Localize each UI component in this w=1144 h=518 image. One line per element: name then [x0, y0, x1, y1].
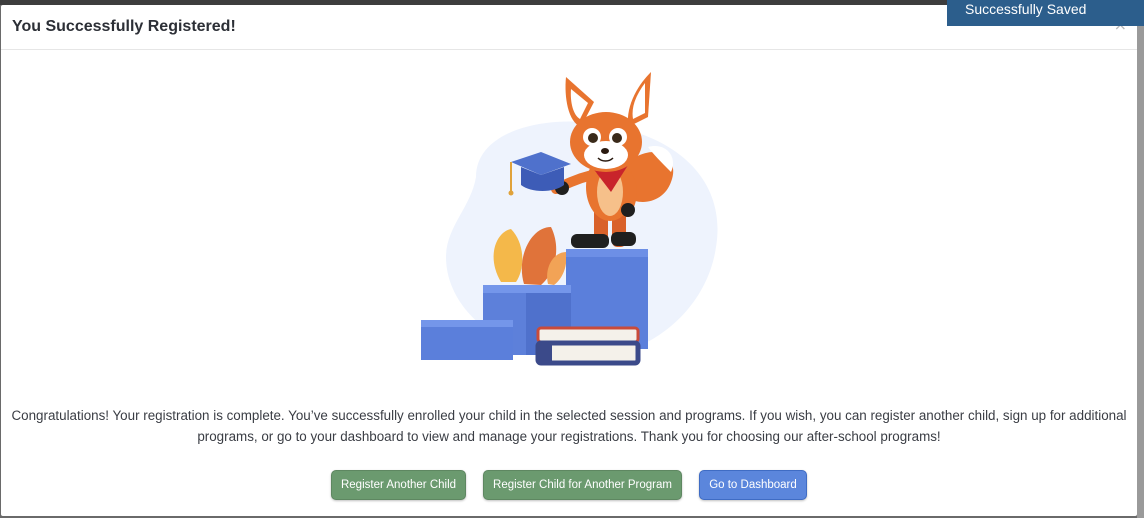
fox-glove-right: [621, 203, 635, 217]
go-to-dashboard-button[interactable]: Go to Dashboard: [699, 470, 807, 500]
book-top: [536, 326, 640, 344]
modal-title: You Successfully Registered!: [12, 18, 236, 35]
fox-boot-right: [611, 232, 636, 246]
fox-graduate-illustration: [421, 72, 718, 366]
registration-message: Congratulations! Your registration is co…: [11, 408, 1127, 444]
success-toast: Successfully Saved: [947, 0, 1144, 26]
registration-success-modal: You Successfully Registered! ×: [1, 5, 1137, 516]
window-right-edge: [1137, 0, 1144, 518]
register-another-child-button[interactable]: Register Another Child: [331, 470, 466, 500]
fox-boot-left: [571, 234, 609, 248]
book-bottom: [535, 340, 641, 366]
register-another-program-button[interactable]: Register Child for Another Program: [483, 470, 682, 500]
